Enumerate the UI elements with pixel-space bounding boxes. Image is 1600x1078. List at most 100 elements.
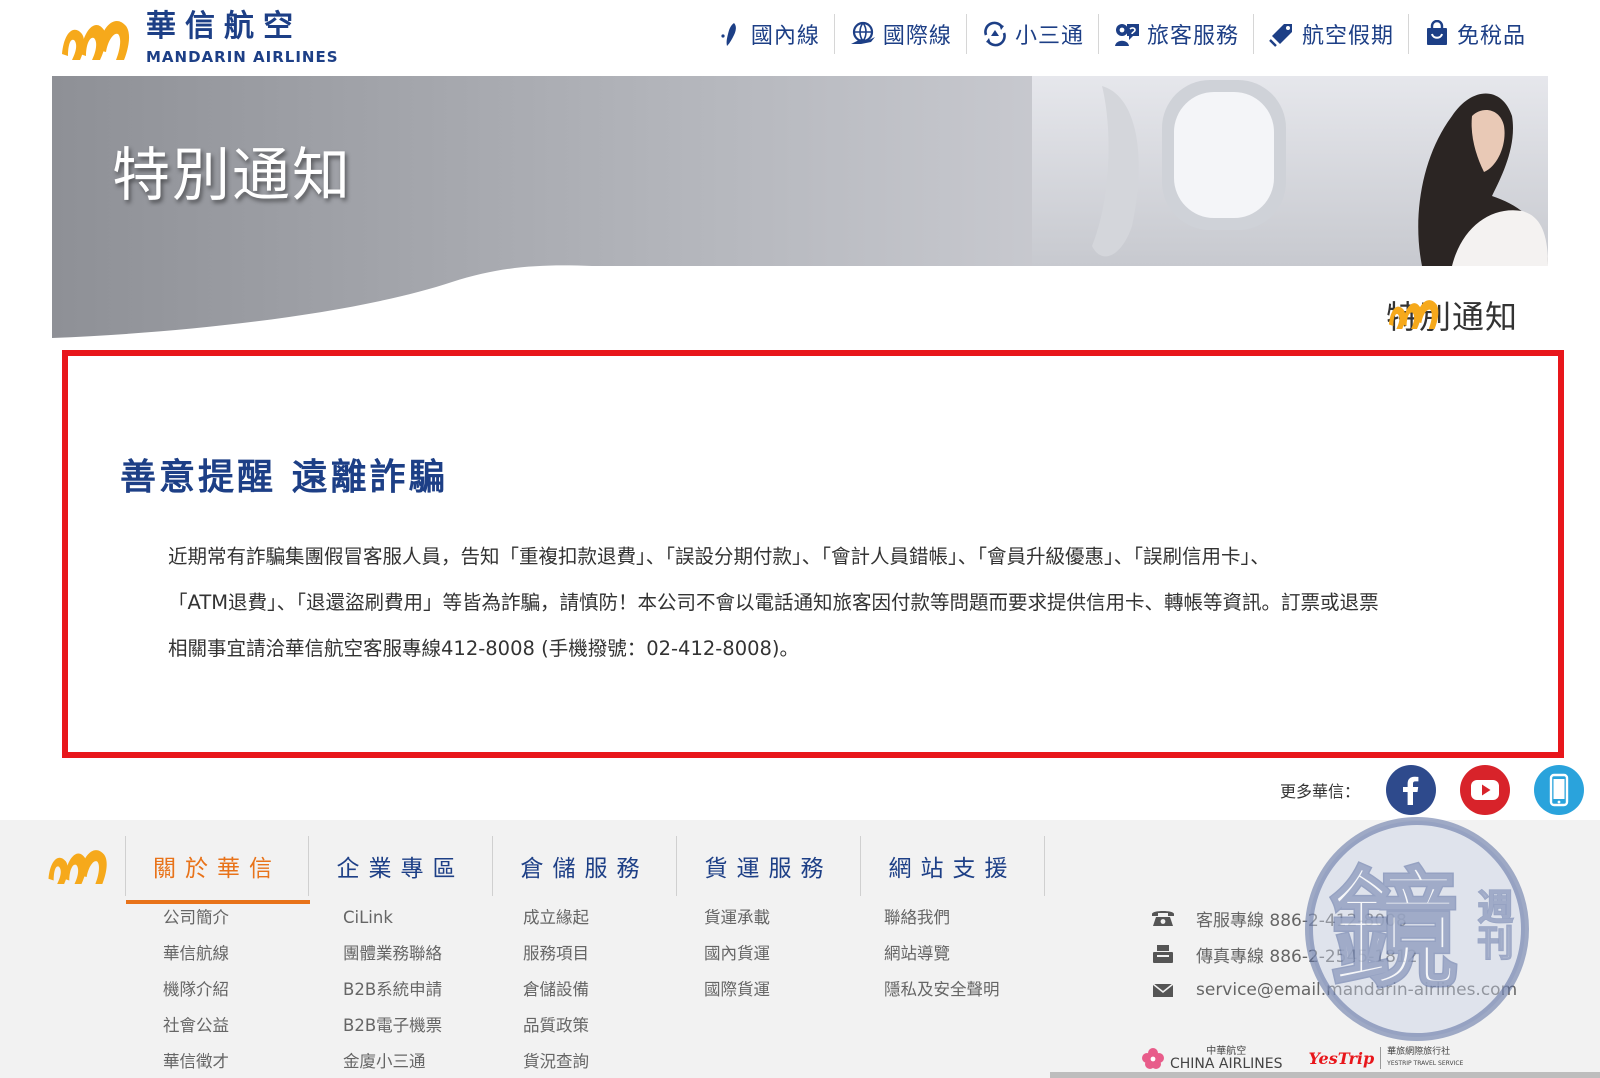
nav-air-holidays-label: 航空假期 [1301,24,1394,49]
facebook-button[interactable] [1386,765,1437,815]
anti-fraud-notice: 善意提醒 遠離詐騙 近期常有詐騙集團假冒客服人員，告知「重複扣款退費」、「誤設分… [62,350,1564,758]
plum-blossom-icon [1142,1048,1164,1069]
footer-tab-label: 倉儲服務 [520,856,649,882]
china-airlines-logo[interactable]: 中華航空 CHINA AIRLINES [1140,1046,1283,1072]
nav-international-label: 國際線 [882,24,952,49]
facebook-icon [1403,776,1419,805]
main-navigation: 國內線 國際線 小三通 旅客服務 航空假期 免稅品 [703,14,1540,54]
passenger-service-icon [1114,24,1139,46]
notice-line: 「ATM退費」、「退還盜刷費用」等皆為詐騙，請慎防！本公司不會以電話通知旅客因付… [168,591,1379,614]
notice-line: 相關事宜請洽華信航空客服專線412-8008 (手機撥號：02-412-8008… [168,637,800,660]
taiwan-map-icon [721,23,736,46]
footer-column-support: 聯絡我們 網站導覽 隱私及安全聲明 [884,900,1000,1008]
site-footer: 關於華信 企業專區 倉儲服務 貨運服務 網站支援 公司簡介 華信航線 機隊介紹 … [0,820,1600,1078]
footer-link[interactable]: 金廈小三通 [343,1044,442,1078]
yestrip-en: YESTRIP TRAVEL SERVICE [1387,1060,1464,1067]
footer-link[interactable]: 國際貨運 [704,972,770,1008]
footer-tab-label: 企業專區 [336,856,465,882]
footer-link[interactable]: 團體業務聯絡 [343,936,442,972]
phone-icon [1152,911,1174,926]
footer-link[interactable]: 品質政策 [523,1008,589,1044]
footer-link[interactable]: 華信航線 [163,936,229,972]
footer-link[interactable]: 貨運承載 [704,900,770,936]
section-heading: 特別通知 [1386,292,1518,338]
contact-phone-text: 客服專線 886-2-412-8008 [1196,910,1407,931]
nav-passenger-services[interactable]: 旅客服務 [1097,14,1253,54]
nav-domestic[interactable]: 國內線 [703,14,834,54]
shopping-bag-icon [1426,20,1447,45]
youtube-button[interactable] [1460,765,1511,815]
logo-text-english: MANDARIN AIRLINES [146,48,339,66]
route-cycle-icon [984,21,1006,47]
logo-text-chinese: 華信航空 [146,9,302,44]
notice-title: 善意提醒 遠離詐騙 [120,457,448,498]
fax-icon [1153,945,1173,963]
horizontal-scrollbar-thumb[interactable] [1050,1072,1600,1078]
contact-phone: 客服專線 886-2-412-8008 [1150,900,1517,936]
footer-link[interactable]: 華信徵才 [163,1044,229,1078]
footer-tab-support[interactable]: 網站支援 [861,836,1045,896]
nav-mini-three-links-label: 小三通 [1014,24,1084,49]
globe-plane-icon [850,21,875,44]
nav-air-holidays[interactable]: 航空假期 [1252,14,1408,54]
brand-m-logo-icon [1388,300,1439,329]
nav-domestic-label: 國內線 [750,24,820,49]
contact-fax-text: 傳真專線 886-2-2545-1812 [1196,946,1418,967]
footer-tab-about[interactable]: 關於華信 [125,836,310,904]
footer-column-cargo: 貨運承載 國內貨運 國際貨運 [704,900,770,1008]
banner-title: 特別通知 [112,141,353,209]
footer-link[interactable]: 社會公益 [163,1008,229,1044]
footer-link[interactable]: 公司簡介 [163,900,229,936]
yestrip-cn: 華旅網際旅行社 [1387,1047,1451,1057]
footer-column-warehousing: 成立緣起 服務項目 倉儲設備 品質政策 貨況查詢 [523,900,589,1078]
footer-link[interactable]: 服務項目 [523,936,589,972]
nav-duty-free[interactable]: 免稅品 [1407,14,1540,54]
notice-body: 近期常有詐騙集團假冒客服人員，告知「重複扣款退費」、「誤設分期付款」、「會計人員… [168,534,1518,672]
site-header: 華信航空 MANDARIN AIRLINES 國內線 國際線 小三通 旅客服務 … [0,0,1600,76]
footer-link[interactable]: CiLink [343,900,442,936]
footer-link[interactable]: B2B系統申請 [343,972,442,1008]
nav-passenger-services-label: 旅客服務 [1146,24,1239,49]
china-airlines-en: CHINA AIRLINES [1170,1056,1283,1072]
footer-tabs: 關於華信 企業專區 倉儲服務 貨運服務 網站支援 [125,836,1045,904]
youtube-icon [1471,780,1500,800]
footer-link[interactable]: 成立緣起 [523,900,589,936]
footer-tab-label: 網站支援 [888,856,1017,882]
footer-link[interactable]: B2B電子機票 [343,1008,442,1044]
footer-link[interactable]: 網站導覽 [884,936,1000,972]
footer-tab-cargo[interactable]: 貨運服務 [677,836,861,896]
footer-column-business: CiLink 團體業務聯絡 B2B系統申請 B2B電子機票 金廈小三通 [343,900,442,1078]
contact-email-text: service@email.mandarin-airlines.com [1196,980,1518,1000]
contact-email[interactable]: service@email.mandarin-airlines.com [1150,972,1517,1008]
footer-link[interactable]: 倉儲設備 [523,972,589,1008]
social-links: 更多華信： [1280,764,1600,816]
social-label: 更多華信： [1280,782,1361,801]
footer-column-about: 公司簡介 華信航線 機隊介紹 社會公益 華信徵才 [163,900,229,1078]
nav-duty-free-label: 免稅品 [1456,24,1526,49]
mobile-app-button[interactable] [1534,765,1585,815]
footer-link[interactable]: 隱私及安全聲明 [884,972,1000,1008]
brand-m-logo-icon [48,850,107,884]
brand-m-logo-icon [62,20,130,60]
mail-icon [1152,983,1174,997]
footer-tab-warehousing[interactable]: 倉儲服務 [493,836,677,896]
footer-tab-label: 貨運服務 [704,856,833,882]
footer-tab-label: 關於華信 [153,856,281,882]
yestrip-logo[interactable]: YesTrip 華旅網際旅行社 YESTRIP TRAVEL SERVICE [1308,1047,1464,1069]
nav-international[interactable]: 國際線 [833,14,966,54]
mandarin-airlines-logo[interactable]: 華信航空 MANDARIN AIRLINES [58,8,348,68]
page-banner: 特別通知 特別通知 [52,76,1548,346]
nav-mini-three-links[interactable]: 小三通 [965,14,1098,54]
contact-info: 客服專線 886-2-412-8008 傳真專線 886-2-2545-1812… [1150,900,1517,1008]
luggage-tag-icon [1269,24,1292,47]
contact-fax: 傳真專線 886-2-2545-1812 [1150,936,1517,972]
yestrip-wordmark: YesTrip [1308,1048,1375,1068]
footer-link[interactable]: 聯絡我們 [884,900,1000,936]
mobile-app-icon [1549,773,1569,807]
partner-logos: 中華航空 CHINA AIRLINES YesTrip 華旅網際旅行社 YEST… [1140,1040,1463,1076]
footer-tab-business[interactable]: 企業專區 [309,836,493,896]
footer-link[interactable]: 國內貨運 [704,936,770,972]
notice-line: 近期常有詐騙集團假冒客服人員，告知「重複扣款退費」、「誤設分期付款」、「會計人員… [168,545,1270,568]
footer-link[interactable]: 貨況查詢 [523,1044,589,1078]
footer-link[interactable]: 機隊介紹 [163,972,229,1008]
